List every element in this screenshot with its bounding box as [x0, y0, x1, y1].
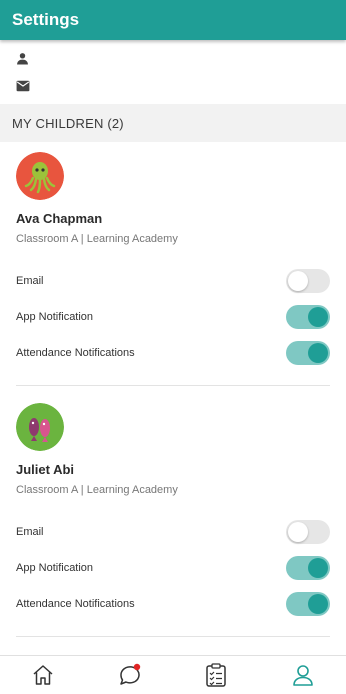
- app-notification-toggle[interactable]: [286, 556, 330, 580]
- attendance-notifications-toggle[interactable]: [286, 592, 330, 616]
- section-title: MY CHILDREN (2): [12, 115, 124, 131]
- email-toggle[interactable]: [286, 520, 330, 544]
- child-avatar[interactable]: [16, 403, 64, 451]
- my-children-header: MY CHILDREN (2): [0, 104, 346, 142]
- profile-icon: [292, 665, 313, 686]
- pref-label: App Notification: [16, 562, 94, 574]
- fish-icon: [16, 403, 64, 451]
- divider: [16, 636, 330, 637]
- pref-label: Attendance Notifications: [16, 347, 135, 359]
- pref-attendance-row: Attendance Notifications: [16, 339, 330, 367]
- chat-badge: [133, 663, 140, 671]
- nav-chat[interactable]: [110, 657, 150, 693]
- divider: [16, 385, 330, 386]
- clipboard-icon: [206, 663, 226, 687]
- pref-label: App Notification: [16, 311, 94, 323]
- person-icon: [16, 52, 29, 70]
- pref-email-row: Email: [16, 518, 330, 546]
- child-avatar[interactable]: [16, 152, 64, 200]
- child-name: Ava Chapman: [16, 211, 103, 226]
- octopus-icon: [16, 152, 64, 200]
- child-school: Classroom A | Learning Academy: [16, 233, 178, 245]
- app-notification-toggle[interactable]: [286, 305, 330, 329]
- pref-label: Email: [16, 526, 44, 538]
- pref-label: Attendance Notifications: [16, 598, 135, 610]
- attendance-notifications-toggle[interactable]: [286, 341, 330, 365]
- email-toggle[interactable]: [286, 269, 330, 293]
- nav-profile[interactable]: [283, 657, 323, 693]
- nav-tasks[interactable]: [196, 657, 236, 693]
- home-icon: [33, 665, 53, 685]
- profile-name-row[interactable]: [16, 52, 39, 70]
- nav-home[interactable]: [23, 657, 63, 693]
- bottom-nav: [0, 655, 346, 694]
- child-card: Juliet Abi Classroom A | Learning Academ…: [0, 393, 346, 636]
- pref-attendance-row: Attendance Notifications: [16, 590, 330, 618]
- child-name: Juliet Abi: [16, 462, 75, 477]
- child-card: Ava Chapman Classroom A | Learning Acade…: [0, 142, 346, 385]
- pref-email-row: Email: [16, 267, 330, 295]
- pref-app-notification-row: App Notification: [16, 303, 330, 331]
- pref-app-notification-row: App Notification: [16, 554, 330, 582]
- chat-icon: [119, 663, 140, 685]
- profile-email-row[interactable]: [16, 79, 40, 97]
- child-school: Classroom A | Learning Academy: [16, 484, 178, 496]
- mail-icon: [16, 79, 30, 97]
- page-title: Settings: [12, 10, 80, 29]
- pref-label: Email: [16, 275, 44, 287]
- app-bar: Settings: [0, 0, 346, 40]
